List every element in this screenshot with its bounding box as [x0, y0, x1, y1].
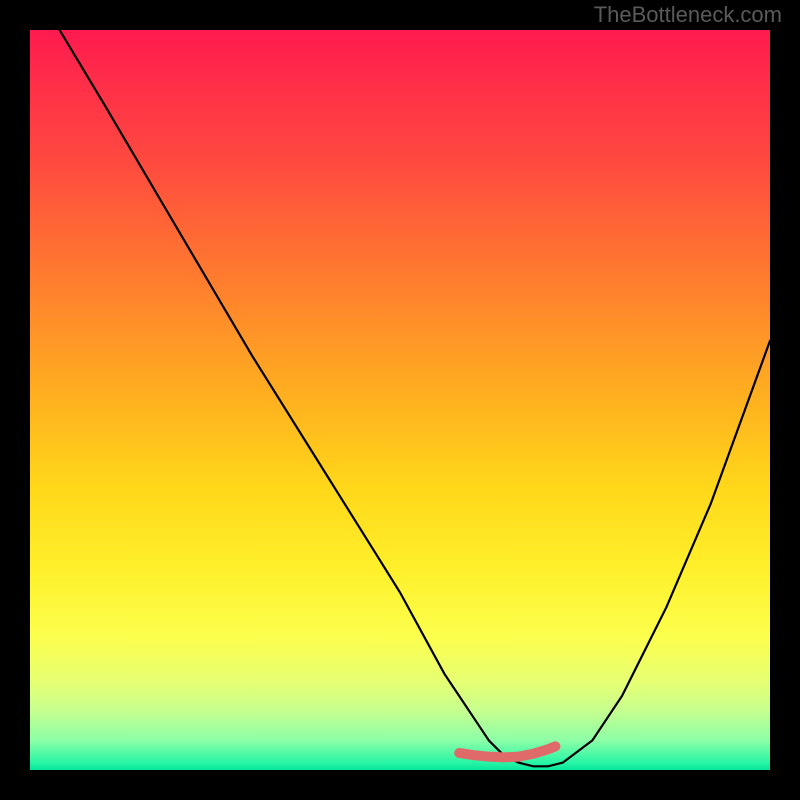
plot-area [30, 30, 770, 770]
watermark-text: TheBottleneck.com [594, 2, 782, 28]
optimal-zone-marker [459, 746, 555, 757]
chart-svg [30, 30, 770, 770]
bottleneck-curve [60, 30, 770, 766]
chart-container: TheBottleneck.com [0, 0, 800, 800]
